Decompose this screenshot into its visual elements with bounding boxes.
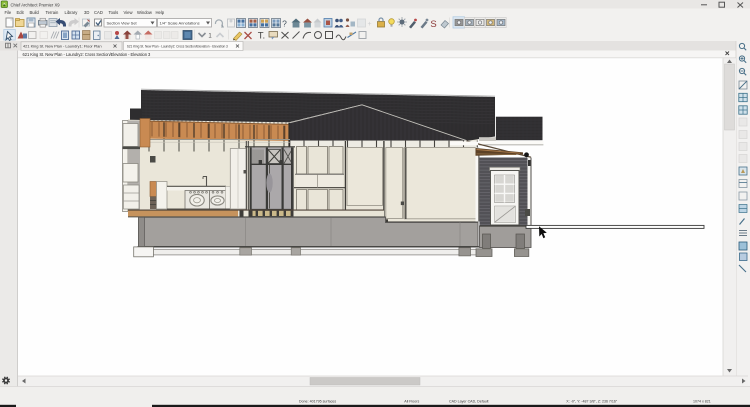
svg-text:File: File <box>5 10 12 15</box>
svg-text:Edit: Edit <box>17 10 25 15</box>
svg-text:?: ? <box>282 19 287 29</box>
svg-text:+: + <box>367 21 371 28</box>
svg-text:Tools: Tools <box>109 10 119 15</box>
svg-text:1/4" Scale Annotations: 1/4" Scale Annotations <box>160 20 200 25</box>
svg-text:CAD: CAD <box>94 10 103 15</box>
svg-text:621 King St. New Plan - Laundr: 621 King St. New Plan - Laundry2: Cross … <box>127 44 228 48</box>
svg-text:View: View <box>124 10 134 15</box>
svg-text:Window: Window <box>137 10 153 15</box>
svg-text:T.: T. <box>258 30 265 41</box>
svg-text:X: -0", Y: -487 3/8", Z: 236 7: X: -0", Y: -487 3/8", Z: 236 7/16" <box>566 399 618 403</box>
svg-text:All Floors: All Floors <box>404 399 419 403</box>
svg-text:Chief Architect Premier X9: Chief Architect Premier X9 <box>11 3 61 8</box>
svg-text:Section View Set: Section View Set <box>107 20 138 25</box>
svg-text:3D: 3D <box>84 10 89 15</box>
svg-text:CAD Layer CAD, Default: CAD Layer CAD, Default <box>449 399 489 403</box>
svg-text:Terrain: Terrain <box>46 10 59 15</box>
svg-text:S: S <box>430 19 436 30</box>
svg-text:Help: Help <box>156 10 165 15</box>
svg-text:1074 x 821: 1074 x 821 <box>693 399 711 403</box>
svg-text:Done: 401795 surfaces: Done: 401795 surfaces <box>299 399 336 403</box>
svg-text:621 King St. New Plan - Laundr: 621 King St. New Plan - Laundry2: Cross … <box>23 52 152 57</box>
svg-text:Build: Build <box>30 10 40 15</box>
svg-text:Library: Library <box>65 10 79 15</box>
svg-text:421 King St. New Plan - Laundr: 421 King St. New Plan - Laundry1: Floor … <box>23 43 102 48</box>
